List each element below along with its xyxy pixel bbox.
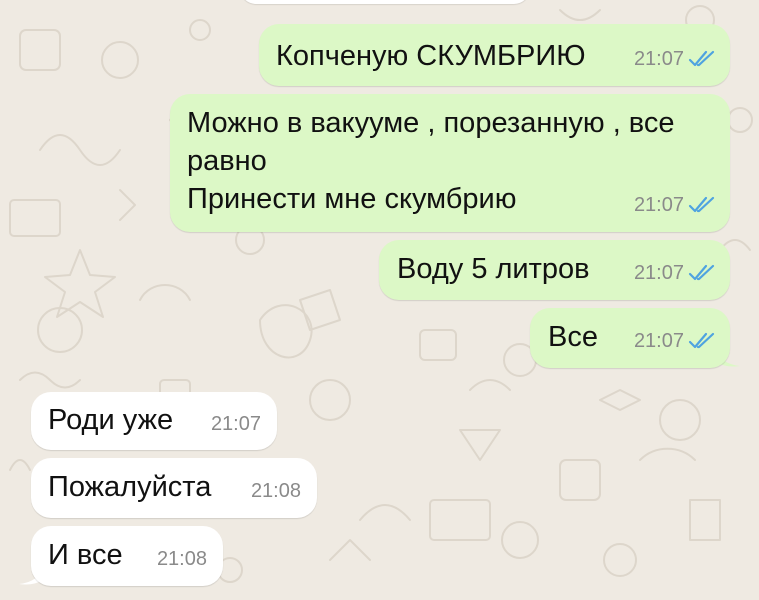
outgoing-message[interactable]: Воду 5 литров 21:07 <box>379 240 730 300</box>
incoming-message[interactable]: Пожалуйста 21:08 <box>31 458 317 518</box>
incoming-message[interactable]: Роди уже 21:07 <box>31 392 277 450</box>
outgoing-message[interactable]: Можно в вакууме , порезанную , все равно… <box>170 94 730 232</box>
incoming-message[interactable]: И все 21:08 <box>31 526 223 586</box>
outgoing-message[interactable]: Все 21:07 <box>530 308 730 368</box>
message-text-line: Принести мне скумбрию <box>187 183 517 215</box>
message-time: 21:08 <box>250 480 301 502</box>
message-text: И все <box>48 539 123 571</box>
message-time: 21:08 <box>156 548 207 570</box>
previous-message-bubble <box>240 0 530 4</box>
message-text: Копченую СКУМБРИЮ <box>276 40 586 72</box>
message-text-line: Можно в вакууме , порезанную , все <box>187 107 675 139</box>
message-time: 21:07 <box>210 413 261 435</box>
message-time: 21:07 <box>633 262 684 284</box>
outgoing-message[interactable]: Копченую СКУМБРИЮ 21:07 <box>259 24 730 86</box>
double-check-icon <box>688 196 715 213</box>
message-text: Роди уже <box>48 404 174 436</box>
message-time: 21:07 <box>633 48 684 70</box>
message-text: Все <box>548 321 598 353</box>
message-meta: 21:07 <box>634 40 716 78</box>
message-text: Пожалуйста <box>48 471 212 503</box>
message-text-line: равно <box>187 145 267 177</box>
double-check-icon <box>688 264 715 281</box>
message-meta: 21:07 <box>634 322 716 360</box>
message-meta: 21:07 <box>634 254 716 292</box>
double-check-icon <box>688 50 715 67</box>
message-text: Воду 5 литров <box>397 253 590 285</box>
message-meta: 21:07 <box>634 186 716 224</box>
chat-screen: Копченую СКУМБРИЮ 21:07 Можно в вакууме … <box>0 0 759 600</box>
message-time: 21:07 <box>633 330 684 352</box>
message-time: 21:07 <box>633 194 684 216</box>
double-check-icon <box>688 332 715 349</box>
